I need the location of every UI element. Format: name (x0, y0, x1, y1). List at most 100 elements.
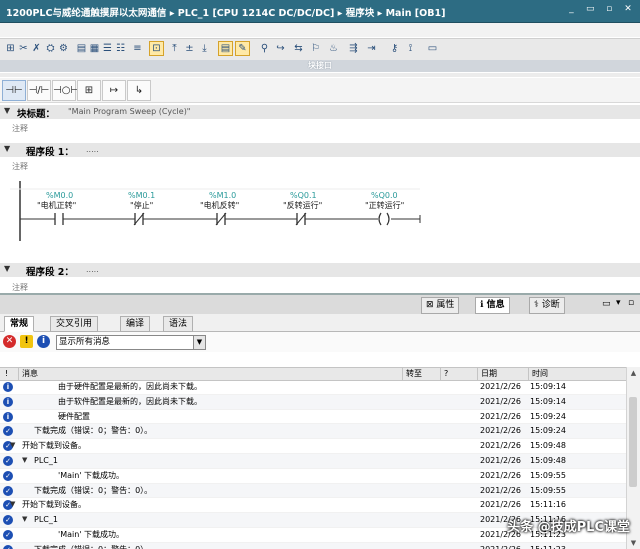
go-online-icon[interactable]: ⛭ (44, 42, 57, 55)
delete-network-icon[interactable]: ✂ (17, 42, 30, 55)
error-filter-icon[interactable]: ✕ (3, 335, 16, 348)
close-branch-button[interactable]: ↳ (127, 80, 151, 101)
monitor-on-icon[interactable]: ♨ (327, 42, 340, 55)
compare-icon[interactable]: ⇆ (292, 42, 305, 55)
contact4-tag[interactable]: "反转运行" (283, 200, 322, 211)
network-x-icon[interactable]: ✗ (30, 42, 43, 55)
message-filter-select[interactable]: 显示所有消息 ▼ (56, 335, 206, 350)
nc-contact-button[interactable]: ⊣/⊢ (27, 80, 51, 101)
col-date[interactable]: 日期 (477, 368, 497, 380)
comments-toggle-icon[interactable]: ⊡ (149, 41, 164, 56)
expand-all-icon[interactable]: ▤ (218, 41, 233, 56)
crossref-icon[interactable]: ⟟ (404, 42, 417, 55)
insert-network-icon[interactable]: ⊞ (4, 42, 17, 55)
scroll-down-icon[interactable]: ▼ (627, 539, 640, 547)
monitor-icon[interactable]: ⚙ (57, 42, 70, 55)
chevron-down-icon[interactable]: ▼ (193, 336, 205, 349)
link-icon[interactable]: ↪ (274, 42, 287, 55)
status-icon[interactable]: ⚐ (309, 42, 322, 55)
warning-filter-icon[interactable]: ! (20, 335, 33, 348)
favorites-icon[interactable]: ✎ (235, 41, 250, 56)
network1-comment[interactable]: 注释 (12, 161, 28, 172)
coil-address[interactable]: %Q0.0 (371, 191, 398, 200)
no-contact-button[interactable]: ⊣⊢ (2, 80, 26, 101)
tab-general[interactable]: 常规 (4, 316, 35, 332)
empty-box-button[interactable]: ⊞ (77, 80, 101, 101)
message-row[interactable]: i 由于硬件配置是最新的，因此尚未下载。 2021/2/26 15:09:14 (0, 380, 626, 395)
message-row[interactable]: i 由于软件配置是最新的，因此尚未下载。 2021/2/26 15:09:14 (0, 394, 626, 410)
close-button[interactable]: ✕ (622, 4, 634, 15)
network1-title[interactable]: ..... (86, 145, 99, 154)
list-icon[interactable]: ☰ (101, 42, 114, 55)
maximize-button[interactable]: ▫ (603, 4, 615, 15)
block-title-value[interactable]: "Main Program Sweep (Cycle)" (68, 107, 191, 116)
window-icon[interactable]: ▭ (426, 42, 439, 55)
coil-button[interactable]: ⊣○⊢ (52, 80, 79, 101)
sort-icon[interactable]: ± (183, 42, 196, 55)
collapse-icon[interactable]: ≡ (131, 42, 144, 55)
message-row[interactable]: ✓ 下载完成（错误：0；警告：0）。 2021/2/26 15:09:24 (0, 424, 626, 440)
network2-comment[interactable]: 注释 (12, 282, 28, 293)
message-row[interactable]: ✓ ▼ PLC_1 2021/2/26 15:09:48 (0, 453, 626, 469)
tree-toggle-icon[interactable]: ▼ (10, 498, 15, 512)
panel-expand-icon[interactable]: ▭ (602, 299, 611, 309)
col-flag[interactable]: ! (2, 368, 8, 380)
block-interface-bar[interactable]: 块接口 (0, 60, 640, 72)
open-branch-button[interactable]: ↦ (102, 80, 126, 101)
tree-toggle-icon[interactable]: ▼ (10, 439, 15, 453)
navigation-icon[interactable]: ⤒ (168, 42, 181, 55)
block-title-header[interactable]: ▼ 块标题： "Main Program Sweep (Cycle)" (0, 105, 640, 120)
message-row[interactable]: ✓ 下载完成（错误：0；警告：0）。 2021/2/26 15:09:55 (0, 483, 626, 499)
panel-close-icon[interactable]: ▫ (628, 298, 634, 308)
tab-cross-reference[interactable]: 交叉引用 (50, 316, 99, 332)
col-time[interactable]: 时间 (528, 368, 548, 380)
restore-button[interactable]: ▭ (584, 4, 596, 15)
contact1-tag[interactable]: "电机正转" (37, 200, 76, 211)
symbolic-icon[interactable]: ▦ (88, 42, 101, 55)
info-filter-icon[interactable]: i (37, 335, 50, 348)
contact3-tag[interactable]: "电机反转" (200, 200, 239, 211)
minimize-button[interactable]: _ (565, 4, 577, 15)
col-goto[interactable]: 转至 (402, 368, 422, 380)
contact2-tag[interactable]: "停止" (130, 200, 153, 211)
col-message[interactable]: 消息 (18, 368, 38, 380)
message-row[interactable]: ✓ 'Main' 下载成功。 2021/2/26 15:09:55 (0, 469, 626, 484)
message-row[interactable]: ✓ ▼ 开始下载到设备。 2021/2/26 15:11:16 (0, 498, 626, 514)
ref-icon[interactable]: ⇥ (365, 42, 378, 55)
tree-toggle-icon[interactable]: ▼ (22, 513, 27, 527)
panel-collapse-icon[interactable]: ▾ (616, 298, 621, 308)
download-icon[interactable]: ⤓ (198, 42, 211, 55)
search-icon[interactable]: ⚷ (388, 42, 401, 55)
contact2-address[interactable]: %M0.1 (128, 191, 155, 200)
scroll-thumb[interactable] (629, 397, 637, 487)
bookmark-icon[interactable]: ⇶ (347, 42, 360, 55)
tab-compile[interactable]: 编译 (120, 316, 151, 332)
tab-info[interactable]: ℹ 信息 (475, 297, 510, 314)
tab-diagnostics-label: 诊断 (541, 300, 560, 310)
collapse-arrow-icon[interactable]: ▼ (4, 144, 10, 153)
tree-toggle-icon[interactable]: ▼ (22, 454, 27, 468)
message-row[interactable]: ✓ ▼ 开始下载到设备。 2021/2/26 15:09:48 (0, 439, 626, 454)
block-comment[interactable]: 注释 (12, 123, 28, 134)
list2-icon[interactable]: ☷ (114, 42, 127, 55)
coil-tag[interactable]: "正转运行" (365, 200, 404, 211)
network1-header[interactable]: ▼ 程序段 1： ..... (0, 143, 640, 158)
contact3-address[interactable]: %M1.0 (209, 191, 236, 200)
tab-properties[interactable]: ⊠ 属性 (421, 297, 460, 314)
message-row[interactable]: ✓ 下载完成（错误：0；警告：0）。 2021/2/26 15:11:23 (0, 542, 626, 549)
contact1-address[interactable]: %M0.0 (46, 191, 73, 200)
col-help[interactable]: ? (440, 368, 448, 380)
message-row[interactable]: i 硬件配置 2021/2/26 15:09:24 (0, 410, 626, 425)
tab-syntax[interactable]: 语法 (163, 316, 194, 332)
network2-header[interactable]: ▼ 程序段 2： ..... (0, 263, 640, 278)
goto-icon[interactable]: ⚲ (258, 42, 271, 55)
absolute-icon[interactable]: ▤ (75, 42, 88, 55)
splitter[interactable] (0, 73, 640, 77)
editor-strip (0, 23, 640, 37)
tab-diagnostics[interactable]: ⚕ 诊断 (529, 297, 565, 314)
scroll-up-icon[interactable]: ▲ (627, 369, 640, 377)
contact4-address[interactable]: %Q0.1 (290, 191, 317, 200)
network2-title[interactable]: ..... (86, 265, 99, 274)
collapse-arrow-icon[interactable]: ▼ (4, 264, 10, 273)
collapse-arrow-icon[interactable]: ▼ (4, 106, 10, 115)
